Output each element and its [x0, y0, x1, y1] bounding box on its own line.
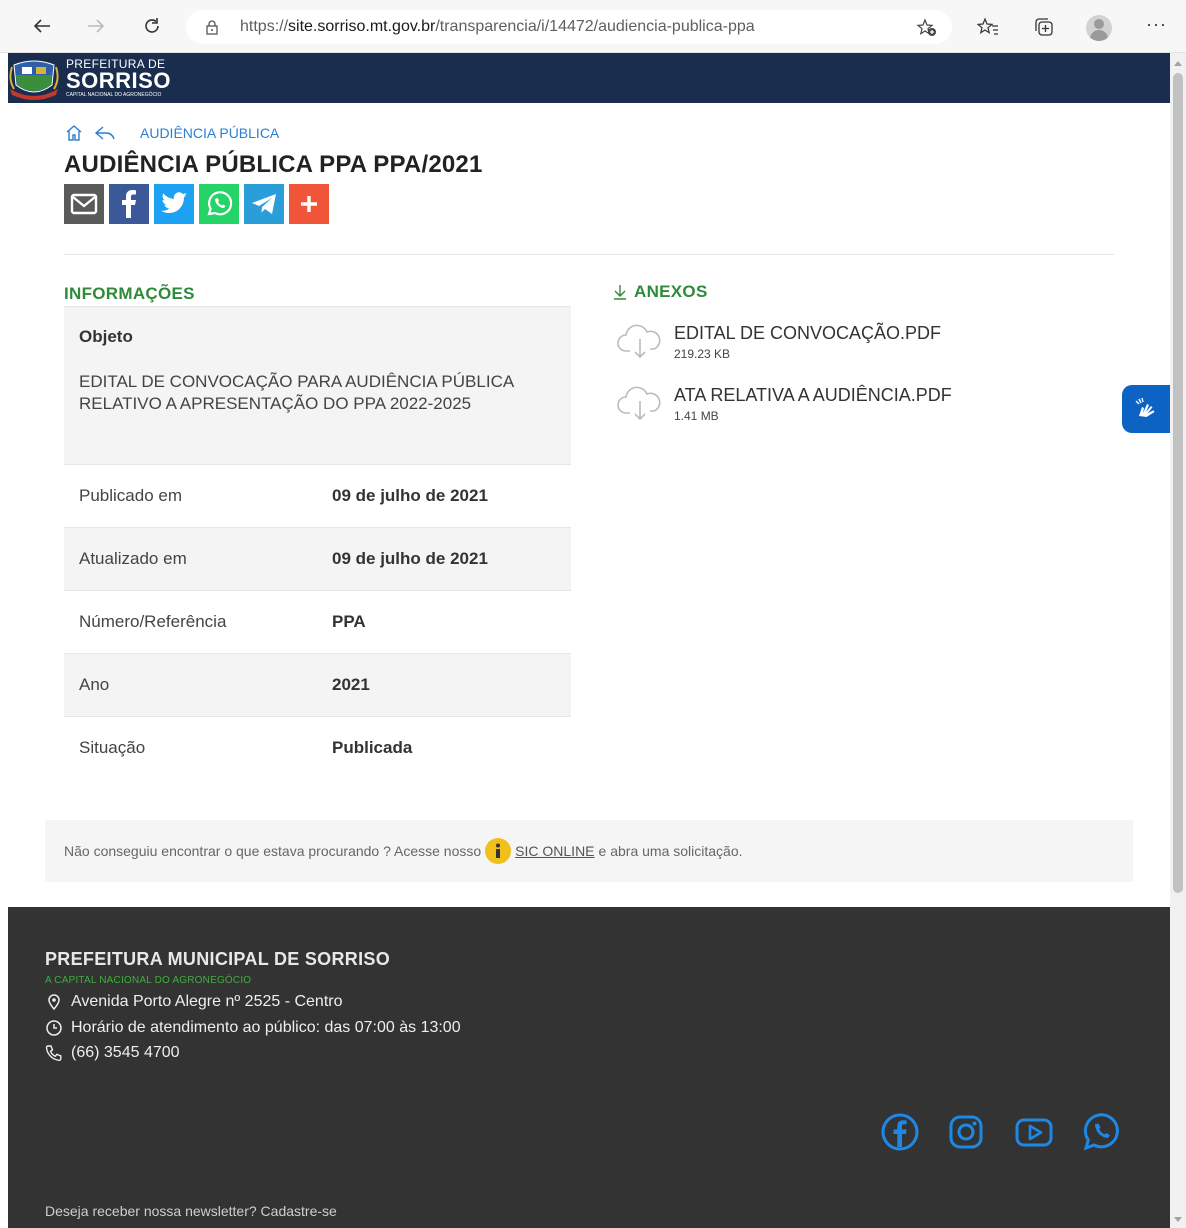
browser-toolbar: https://site.sorriso.mt.gov.br/transpare… — [0, 0, 1186, 53]
footer-address: Avenida Porto Alegre nº 2525 - Centro — [45, 993, 343, 1011]
info-row-value: Publicada — [332, 738, 413, 757]
info-row-label: Publicado em — [79, 486, 183, 505]
info-row-value: 2021 — [332, 675, 370, 694]
refresh-icon[interactable] — [138, 12, 166, 40]
home-icon[interactable] — [64, 123, 84, 143]
anexos-section-title: ANEXOS — [634, 282, 708, 301]
anexos-header: ANEXOS — [612, 282, 708, 302]
footer-phone-text: (66) 3545 4700 — [71, 1044, 180, 1061]
scroll-up-arrow[interactable] — [1174, 61, 1182, 66]
profile-avatar[interactable] — [1086, 15, 1112, 41]
sic-text-after: e abra uma solicitação. — [598, 843, 743, 859]
site-header: PREFEITURA DE SORRISO CAPITAL NACIONAL D… — [8, 53, 1170, 103]
info-row-label: Número/Referência — [79, 612, 227, 631]
lock-icon — [206, 20, 218, 35]
anexo-name[interactable]: EDITAL DE CONVOCAÇÃO.PDF — [674, 323, 941, 344]
breadcrumb: AUDIÊNCIA PÚBLICA — [64, 123, 279, 143]
cloud-download-icon — [617, 324, 661, 359]
info-row-value: 09 de julho de 2021 — [332, 486, 488, 505]
whatsapp-icon — [207, 191, 233, 216]
info-row: Número/Referência PPA — [64, 590, 571, 653]
site-footer: PREFEITURA MUNICIPAL DE SORRISO A CAPITA… — [8, 907, 1170, 1228]
favorites-icon[interactable] — [976, 15, 1000, 39]
forward-icon[interactable] — [82, 12, 110, 40]
share-facebook-button[interactable] — [109, 184, 149, 224]
footer-subtitle: A CAPITAL NACIONAL DO AGRONEGÓCIO — [45, 975, 252, 986]
anexo-size: 219.23 KB — [674, 347, 731, 361]
telegram-icon — [252, 194, 276, 214]
share-buttons — [64, 184, 329, 224]
info-row: Publicado em 09 de julho de 2021 — [64, 464, 571, 527]
footer-title: PREFEITURA MUNICIPAL DE SORRISO — [45, 949, 390, 969]
whatsapp-icon[interactable] — [1081, 1112, 1121, 1152]
anexo-item[interactable]: ATA RELATIVA A AUDIÊNCIA.PDF 1.41 MB — [616, 383, 952, 423]
footer-phone: (66) 3545 4700 — [45, 1044, 180, 1062]
info-row: Situação Publicada — [64, 716, 571, 779]
back-arrow-icon[interactable] — [94, 124, 116, 142]
footer-hours-text: Horário de atendimento ao público: das 0… — [71, 1019, 461, 1036]
plus-icon — [301, 196, 317, 212]
share-email-button[interactable] — [64, 184, 104, 224]
logo-tagline: CAPITAL NACIONAL DO AGRONEGÓCIO — [66, 92, 162, 98]
share-telegram-button[interactable] — [244, 184, 284, 224]
objeto-label: Objeto — [79, 327, 133, 346]
location-pin-icon — [48, 994, 60, 1011]
scroll-thumb[interactable] — [1173, 73, 1183, 893]
info-row-label: Situação — [79, 738, 146, 757]
info-row: Ano 2021 — [64, 653, 571, 716]
crest-icon — [9, 60, 59, 100]
footer-address-text: Avenida Porto Alegre nº 2525 - Centro — [71, 993, 343, 1010]
site-logo[interactable]: PREFEITURA DE SORRISO CAPITAL NACIONAL D… — [8, 55, 171, 101]
back-icon[interactable] — [28, 12, 56, 40]
instagram-icon[interactable] — [946, 1112, 986, 1152]
info-row-label: Atualizado em — [79, 549, 187, 568]
twitter-icon — [161, 192, 187, 213]
section-divider — [64, 254, 1114, 255]
url-scheme: https:// — [240, 18, 289, 35]
sic-banner: Não conseguiu encontrar o que estava pro… — [45, 820, 1133, 882]
footer-hours: Horário de atendimento ao público: das 0… — [45, 1019, 461, 1037]
logo-big-text: SORRISO — [66, 68, 171, 93]
facebook-icon[interactable] — [880, 1112, 920, 1152]
sign-language-icon — [1135, 397, 1155, 417]
anexo-name[interactable]: ATA RELATIVA A AUDIÊNCIA.PDF — [674, 385, 952, 406]
breadcrumb-link[interactable]: AUDIÊNCIA PÚBLICA — [140, 125, 279, 141]
anexo-size: 1.41 MB — [674, 409, 719, 423]
info-table: Objeto EDITAL DE CONVOCAÇÃO PARA AUDIÊNC… — [64, 306, 571, 779]
share-more-button[interactable] — [289, 184, 329, 224]
sic-online-link[interactable]: SIC ONLINE — [515, 843, 594, 859]
scroll-down-arrow[interactable] — [1174, 1217, 1182, 1222]
page-viewport: PREFEITURA DE SORRISO CAPITAL NACIONAL D… — [8, 53, 1170, 1228]
cloud-download-icon — [617, 386, 661, 421]
download-arrow-icon — [614, 285, 626, 300]
youtube-icon[interactable] — [1014, 1112, 1054, 1152]
objeto-text: EDITAL DE CONVOCAÇÃO PARA AUDIÊNCIA PÚBL… — [79, 372, 514, 413]
objeto-block: Objeto EDITAL DE CONVOCAÇÃO PARA AUDIÊNC… — [64, 307, 571, 464]
more-menu-icon[interactable]: ··· — [1146, 14, 1167, 35]
share-whatsapp-button[interactable] — [199, 184, 239, 224]
anexo-item[interactable]: EDITAL DE CONVOCAÇÃO.PDF 219.23 KB — [616, 321, 941, 361]
sic-text-before: Não conseguiu encontrar o que estava pro… — [64, 843, 482, 859]
info-row-value: PPA — [332, 612, 366, 631]
url-host: site.sorriso.mt.gov.br — [288, 18, 436, 35]
add-favorite-icon[interactable] — [916, 18, 938, 38]
info-row-label: Ano — [79, 675, 110, 694]
facebook-icon — [122, 190, 136, 218]
clock-icon — [46, 1020, 62, 1036]
newsletter-signup[interactable]: Deseja receber nossa newsletter? Cadastr… — [45, 1203, 337, 1219]
collections-icon[interactable] — [1032, 15, 1056, 39]
url-text: https://site.sorriso.mt.gov.br/transpare… — [240, 18, 755, 36]
info-icon — [485, 838, 512, 864]
page-scrollbar[interactable] — [1170, 53, 1186, 1228]
share-twitter-button[interactable] — [154, 184, 194, 224]
info-section-title: INFORMAÇÕES — [64, 284, 195, 303]
info-row-value: 09 de julho de 2021 — [332, 549, 488, 568]
info-row: Atualizado em 09 de julho de 2021 — [64, 527, 571, 590]
url-path: /transparencia/i/14472/audiencia-publica… — [435, 18, 755, 35]
address-bar[interactable]: https://site.sorriso.mt.gov.br/transpare… — [186, 10, 952, 44]
email-icon — [70, 193, 98, 215]
accessibility-button[interactable] — [1122, 385, 1170, 433]
phone-icon — [45, 1045, 62, 1061]
page-title: AUDIÊNCIA PÚBLICA PPA PPA/2021 — [64, 151, 483, 178]
